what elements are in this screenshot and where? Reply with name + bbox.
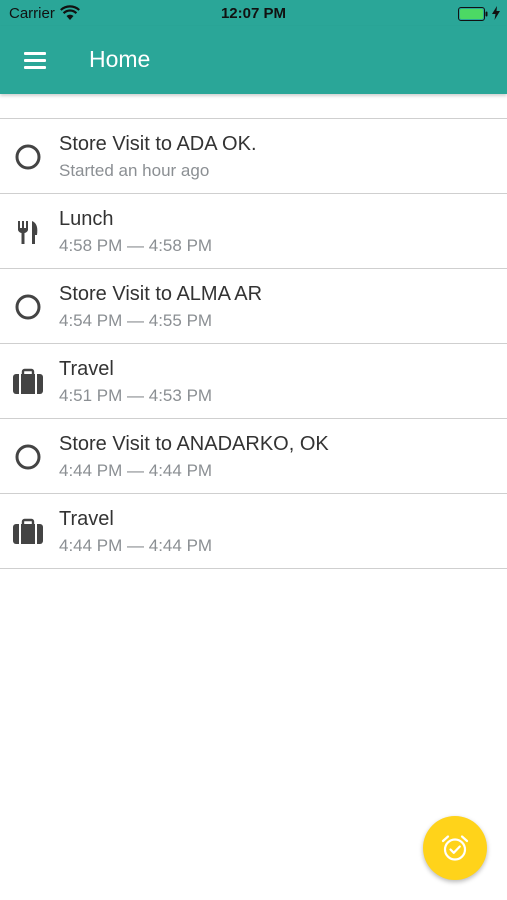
list-item-title: Store Visit to ADA OK. xyxy=(59,133,257,155)
charging-icon xyxy=(492,6,500,20)
briefcase-icon xyxy=(12,516,44,548)
list-item-subtitle: 4:51 PM — 4:53 PM xyxy=(59,386,213,405)
activity-list: Store Visit to ADA OK. Started an hour a… xyxy=(0,118,507,569)
status-bar: Carrier 12:07 PM xyxy=(0,0,507,26)
briefcase-icon xyxy=(12,366,44,398)
list-item-title: Lunch xyxy=(59,208,114,230)
hamburger-line xyxy=(24,59,46,62)
list-item[interactable]: Lunch 4:58 PM — 4:58 PM xyxy=(0,194,507,269)
list-item-subtitle: 4:44 PM — 4:44 PM xyxy=(59,461,213,480)
menu-button[interactable] xyxy=(14,40,56,82)
alarm-check-icon xyxy=(441,835,469,861)
list-item-subtitle: 4:44 PM — 4:44 PM xyxy=(59,536,213,555)
app-bar: Home xyxy=(0,26,507,94)
list-item[interactable]: Store Visit to ALMA AR 4:54 PM — 4:55 PM xyxy=(0,269,507,344)
list-item-subtitle: Started an hour ago xyxy=(59,161,210,180)
list-item-title: Store Visit to ANADARKO, OK xyxy=(59,433,329,455)
list-item-subtitle: 4:54 PM — 4:55 PM xyxy=(59,311,213,330)
list-item-title: Travel xyxy=(59,358,114,380)
status-time: 12:07 PM xyxy=(220,5,287,22)
battery-icon xyxy=(458,7,488,21)
list-item[interactable]: Travel 4:51 PM — 4:53 PM xyxy=(0,344,507,419)
hamburger-line xyxy=(24,66,46,69)
list-item-title: Store Visit to ALMA AR xyxy=(59,283,263,305)
fork-knife-icon xyxy=(12,216,44,248)
page-title: Home xyxy=(89,46,151,72)
circle-outline-icon xyxy=(12,291,44,323)
circle-outline-icon xyxy=(12,441,44,473)
circle-outline-icon xyxy=(12,141,44,173)
list-item[interactable]: Travel 4:44 PM — 4:44 PM xyxy=(0,494,507,569)
list-item-title: Travel xyxy=(59,508,114,530)
start-timer-button[interactable] xyxy=(423,816,487,880)
list-item[interactable]: Store Visit to ANADARKO, OK 4:44 PM — 4:… xyxy=(0,419,507,494)
list-item[interactable]: Store Visit to ADA OK. Started an hour a… xyxy=(0,119,507,194)
hamburger-menu-icon xyxy=(24,52,46,55)
list-item-subtitle: 4:58 PM — 4:58 PM xyxy=(59,236,213,255)
